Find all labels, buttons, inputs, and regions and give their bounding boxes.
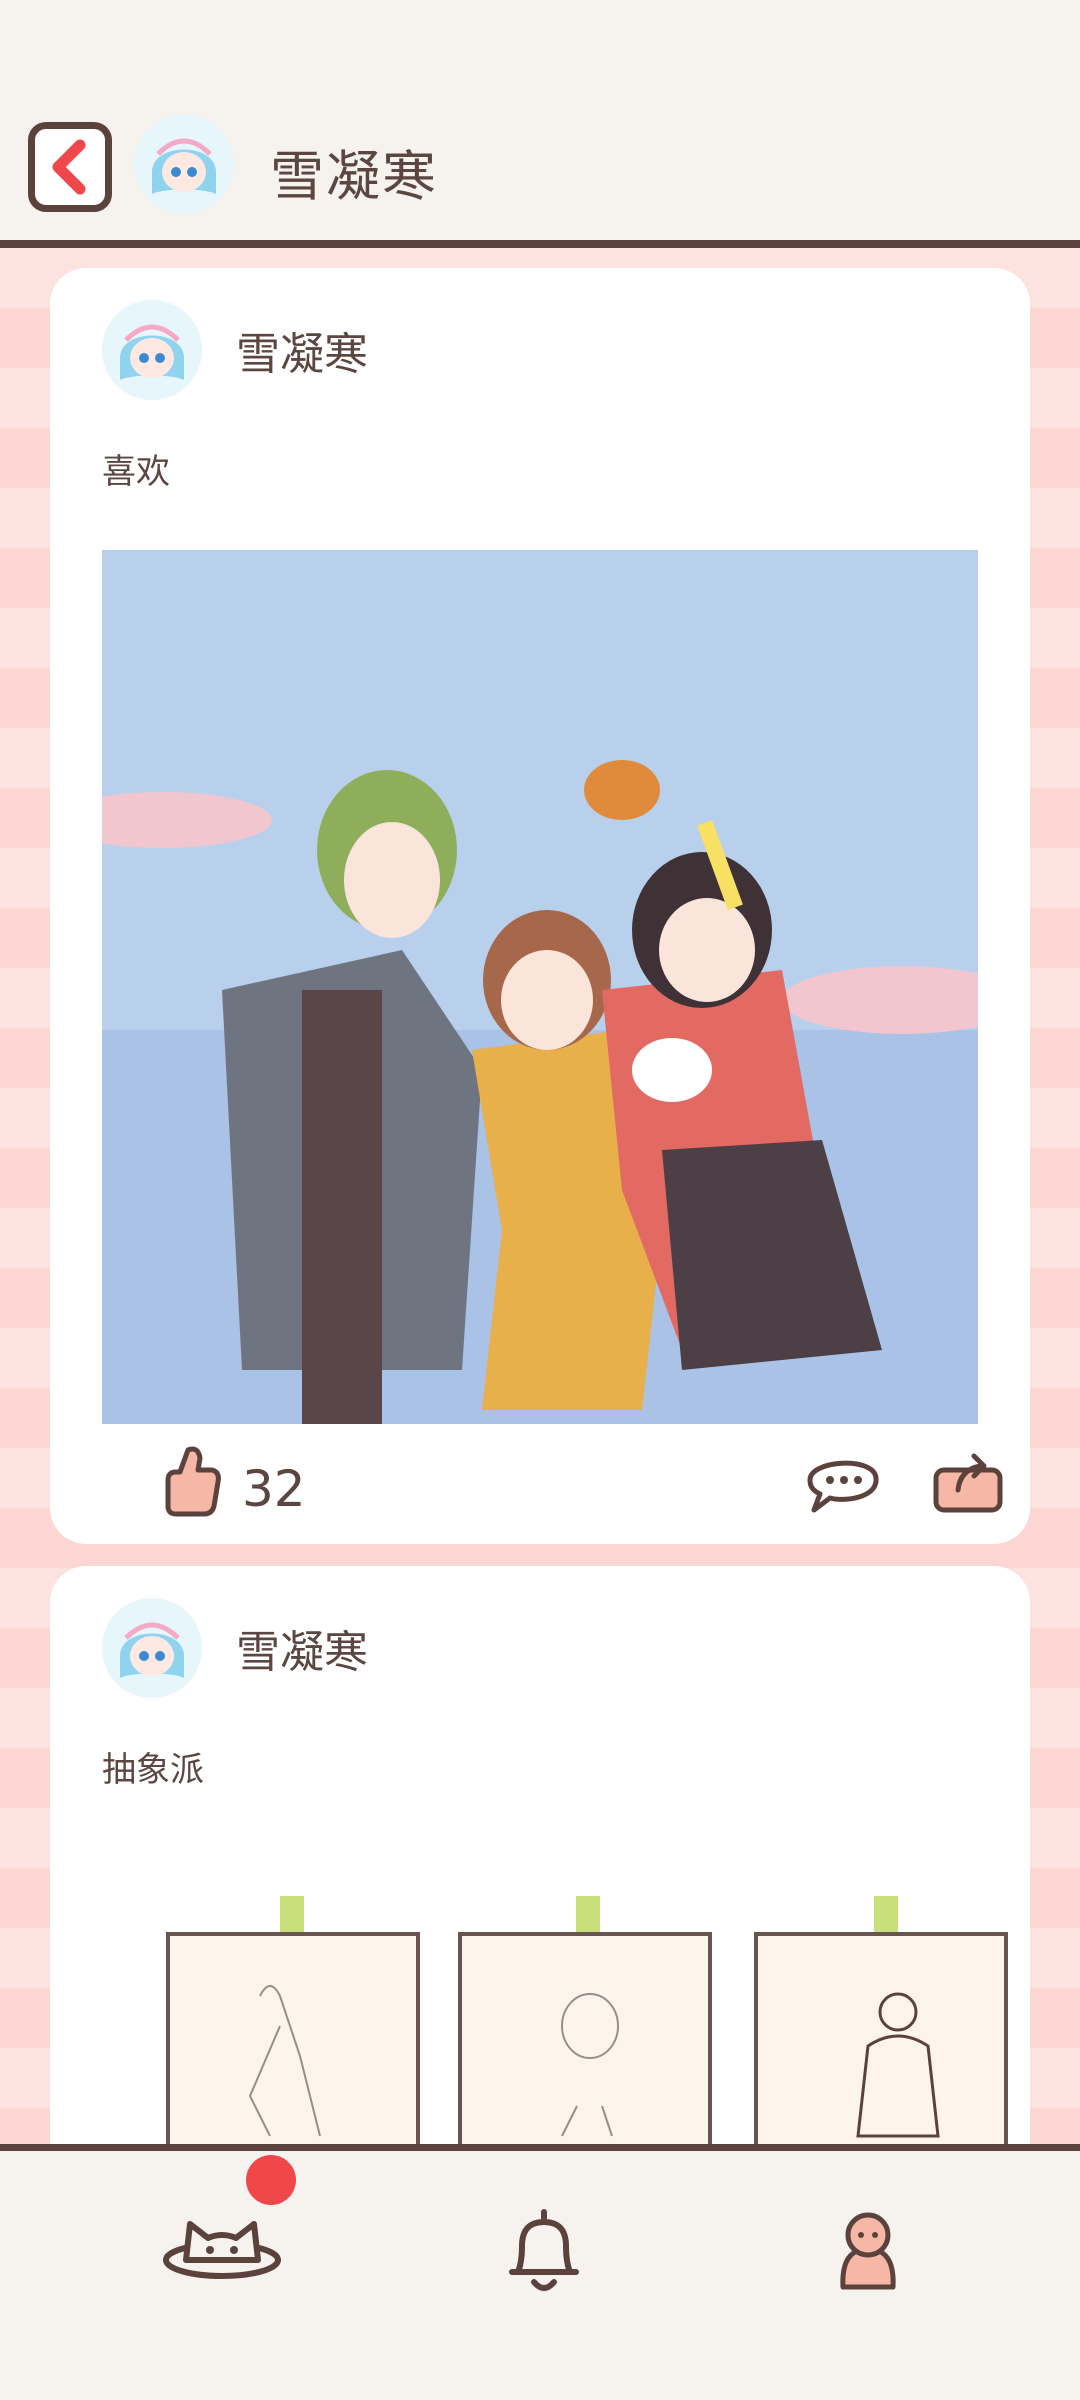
post-card[interactable]: 雪凝寒 喜欢 32: [50, 268, 1030, 1544]
nav-notifications[interactable]: [474, 2181, 614, 2321]
feed[interactable]: 雪凝寒 喜欢 32 雪凝寒 抽象派: [0, 248, 1080, 2144]
profile-icon: [840, 2212, 896, 2290]
post-image[interactable]: [754, 1932, 1008, 2144]
share-icon[interactable]: [930, 1446, 1006, 1516]
avatar[interactable]: [102, 1598, 202, 1698]
post-image[interactable]: [458, 1932, 712, 2144]
notification-badge: [246, 2155, 296, 2205]
like-count: 32: [242, 1460, 306, 1518]
top-bar: 雪凝寒: [0, 0, 1080, 248]
post-author[interactable]: 雪凝寒: [236, 1616, 368, 1680]
tape-decoration: [280, 1896, 304, 1936]
back-button[interactable]: [28, 122, 112, 212]
thumbs-up-icon[interactable]: [162, 1444, 224, 1518]
page-title: 雪凝寒: [270, 145, 438, 208]
post-image[interactable]: [102, 550, 978, 1424]
bottom-nav: [0, 2144, 1080, 2400]
avatar[interactable]: [134, 114, 234, 214]
post-text: 抽象派: [102, 1750, 204, 1790]
post-card[interactable]: 雪凝寒 抽象派: [50, 1566, 1030, 2144]
avatar[interactable]: [102, 300, 202, 400]
comment-icon[interactable]: [802, 1446, 882, 1516]
cat-home-icon: [163, 2221, 281, 2279]
post-actions: 32: [102, 1436, 1003, 1532]
bell-icon: [509, 2209, 579, 2291]
post-image-grid: [114, 1896, 1008, 2144]
post-text: 喜欢: [102, 452, 170, 492]
post-image[interactable]: [166, 1932, 420, 2144]
tape-decoration: [576, 1896, 600, 1936]
post-author[interactable]: 雪凝寒: [236, 318, 368, 382]
tape-decoration: [874, 1896, 898, 1936]
nav-profile[interactable]: [798, 2181, 938, 2321]
chevron-left-icon: [52, 139, 86, 195]
